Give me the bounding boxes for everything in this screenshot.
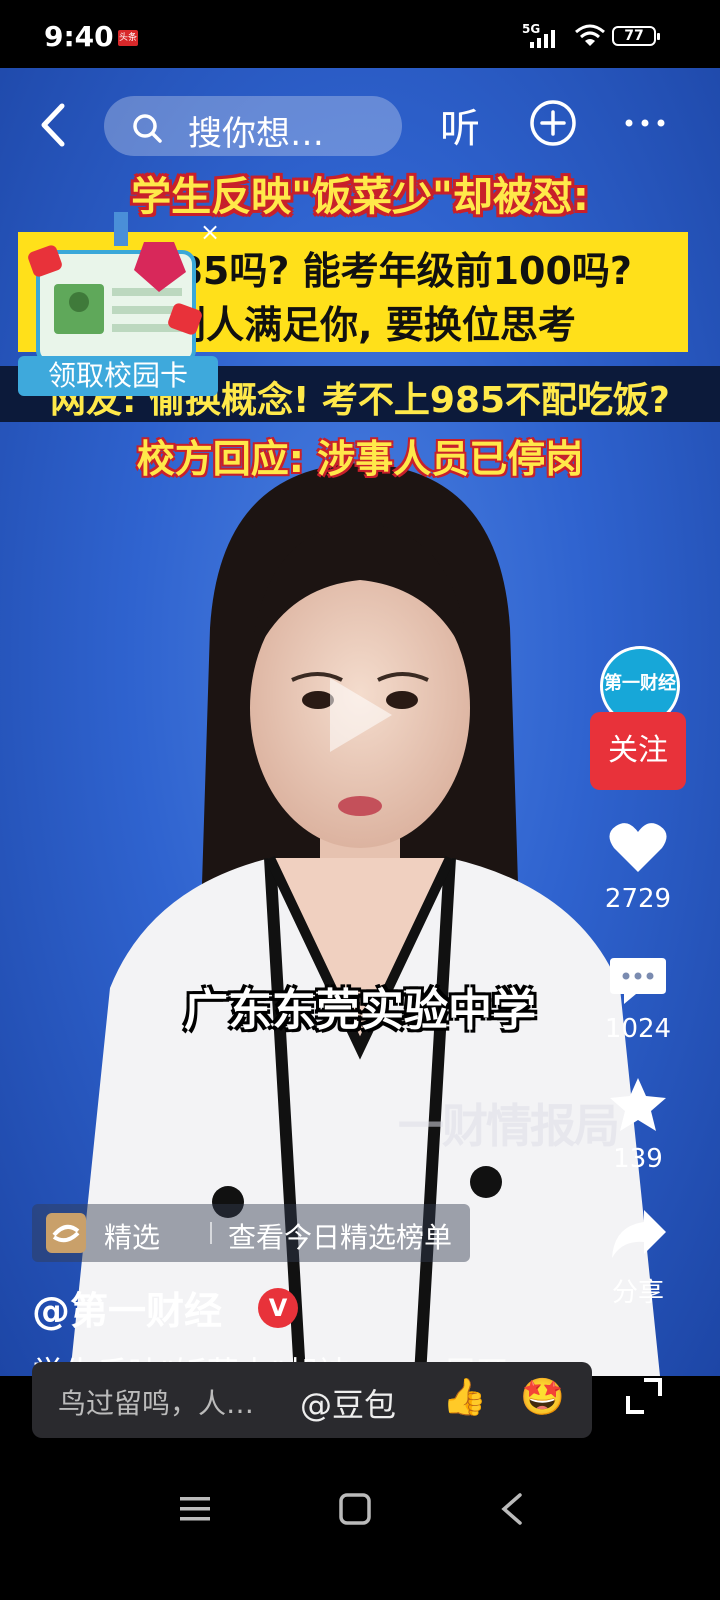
featured-label: 精选 (104, 1221, 161, 1254)
follow-button[interactable]: 关注 (590, 712, 686, 790)
signal-icon (530, 30, 555, 48)
featured-divider (210, 1222, 212, 1244)
play-icon[interactable] (324, 674, 396, 756)
comment-input[interactable]: 鸟过留鸣，人… @豆包 👍 🤩 (32, 1362, 592, 1438)
like-count: 2729 (604, 884, 672, 914)
like-heart-icon[interactable] (606, 818, 670, 878)
avatar-text: 第一财经 (604, 673, 676, 694)
campus-card-close-icon[interactable]: × (200, 218, 220, 246)
listen-button[interactable]: 听 (440, 96, 480, 154)
verified-badge-icon: V (258, 1288, 298, 1328)
system-nav-bar (0, 1460, 720, 1600)
action-rail: 第一财经 关注 2729 1024 139 分享 (588, 0, 720, 1376)
favorite-count: 139 (613, 1144, 663, 1174)
home-icon[interactable] (338, 1492, 372, 1526)
featured-icon (46, 1213, 86, 1253)
share-arrow-icon[interactable] (606, 1204, 670, 1264)
comment-count: 1024 (604, 1014, 672, 1044)
back-arrow-icon[interactable] (34, 100, 74, 150)
favorite-star-icon[interactable] (606, 1074, 670, 1134)
fullscreen-icon[interactable] (624, 1376, 664, 1416)
campus-card-label[interactable]: 领取校园卡 (18, 356, 218, 396)
video-watermark: 一财情报局 (398, 1099, 620, 1153)
search-icon (133, 114, 162, 143)
campus-card-icon (28, 212, 202, 362)
featured-ranking-link[interactable]: 查看今日精选榜单 (228, 1216, 452, 1256)
search-input[interactable]: 搜你想… (104, 96, 402, 156)
app-notification-icon: 头条 (118, 30, 138, 46)
nav-back-icon[interactable] (498, 1492, 526, 1526)
recent-apps-icon[interactable] (178, 1494, 212, 1524)
thumbs-up-emoji-icon[interactable]: 👍 (442, 1376, 487, 1418)
comment-placeholder: 鸟过留鸣，人… (58, 1387, 255, 1420)
featured-chip[interactable]: 精选 查看今日精选榜单 (32, 1204, 470, 1262)
mention-doubao-button[interactable]: @豆包 (300, 1380, 396, 1426)
add-circle-icon[interactable] (528, 98, 578, 148)
comment-bar: 鸟过留鸣，人… @豆包 👍 🤩 (0, 1362, 720, 1460)
campus-card-promo[interactable]: × 领取校园卡 (14, 212, 220, 396)
author-name[interactable]: @第一财经 (32, 1280, 222, 1335)
comment-icon[interactable] (606, 950, 670, 1010)
share-label[interactable]: 分享 (588, 1272, 688, 1309)
search-placeholder: 搜你想… (188, 114, 324, 154)
star-eyes-emoji-icon[interactable]: 🤩 (520, 1376, 565, 1418)
status-time: 9:40 (44, 20, 114, 53)
